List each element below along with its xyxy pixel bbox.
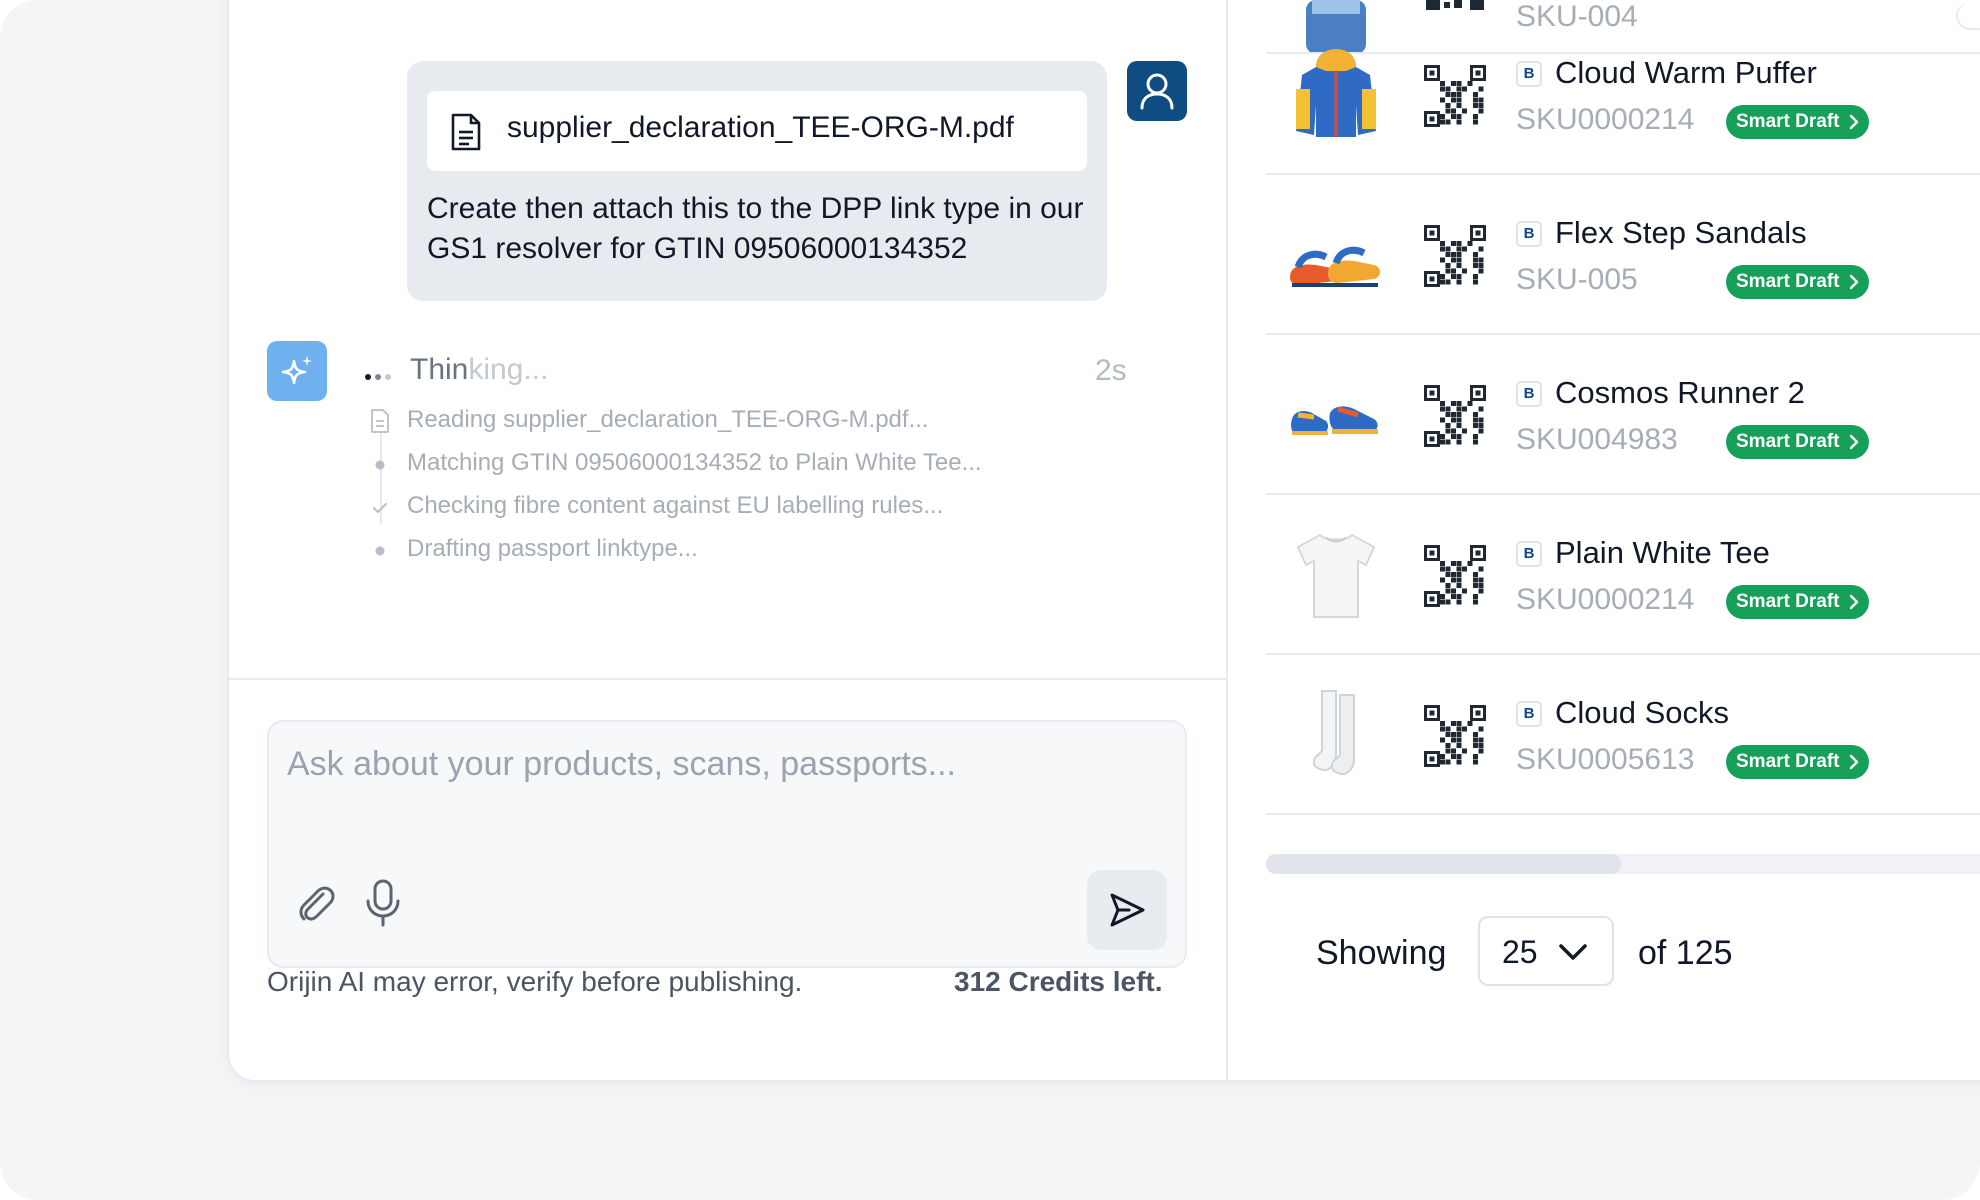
smart-draft-button[interactable]: Smart Draft: [1726, 265, 1870, 299]
workspace-card: supplier_declaration_TEE-ORG-M.pdf Creat…: [227, 0, 1980, 1082]
product-sku: SKU0005613: [1516, 743, 1695, 776]
brand-badge: B: [1516, 221, 1542, 247]
sparkle-icon: [281, 356, 312, 385]
thinking-steps: Reading supplier_declaration_TEE-ORG-M.p…: [369, 404, 1069, 576]
document-icon: [451, 113, 481, 151]
product-thumbnail: [1312, 690, 1355, 775]
product-row[interactable]: B Cosmos Runner 2 SKU004983 Smart Draft: [1266, 335, 1980, 495]
product-sku: SKU0000214: [1516, 583, 1695, 616]
send-button[interactable]: [1087, 870, 1167, 950]
document-icon: [371, 409, 389, 433]
horizontal-scrollbar[interactable]: [1266, 854, 1980, 874]
composer: [267, 720, 1187, 968]
product-thumbnail: [1290, 246, 1380, 287]
brand-badge: B: [1516, 541, 1542, 567]
smart-draft-button[interactable]: Smart Draft: [1726, 585, 1870, 619]
chevron-right-icon: [1850, 754, 1859, 770]
product-row[interactable]: B Flex Step Sandals SKU-005 Smart Draft: [1266, 175, 1980, 335]
product-name[interactable]: Cosmos Runner 2: [1555, 375, 1805, 411]
showing-label: Showing: [1316, 934, 1447, 972]
paperclip-icon[interactable]: [293, 882, 337, 926]
chevron-right-icon: [1850, 594, 1859, 610]
smart-draft-button[interactable]: Smart Draft: [1726, 425, 1870, 459]
thinking-elapsed: 2s: [1095, 354, 1127, 387]
product-name[interactable]: Plain White Tee: [1555, 535, 1770, 571]
thinking-step: Reading supplier_declaration_TEE-ORG-M.p…: [369, 404, 1069, 447]
page-size-value: 25: [1502, 934, 1538, 970]
products-panel: SKU-004 B Cloud Warm Puffer SKU0000214 Smar…: [1266, 0, 1980, 1080]
user-icon: [1140, 73, 1174, 110]
thinking-step: Matching GTIN 09506000134352 to Plain Wh…: [369, 447, 1069, 490]
chat-input[interactable]: [287, 742, 1147, 786]
microphone-icon[interactable]: [363, 878, 403, 928]
product-name[interactable]: Flex Step Sandals: [1555, 215, 1807, 251]
thinking-dots: [365, 367, 399, 380]
thinking-step: Drafting passport linktype...: [369, 533, 1069, 576]
chevron-right-icon: [1850, 434, 1859, 450]
chat-thread: supplier_declaration_TEE-ORG-M.pdf Creat…: [229, 0, 1228, 678]
send-icon: [1110, 893, 1145, 927]
ai-disclaimer: Orijin AI may error, verify before publi…: [267, 966, 803, 997]
composer-divider: [229, 678, 1228, 680]
thinking-label: Thinking...: [410, 353, 549, 386]
page-size-select[interactable]: 25: [1478, 916, 1614, 986]
total-count: of 125: [1638, 934, 1733, 972]
chevron-right-icon: [1850, 114, 1859, 130]
brand-badge: B: [1516, 61, 1542, 87]
product-row[interactable]: B Plain White Tee SKU0000214 Smart Draft: [1266, 495, 1980, 655]
qr-code-icon[interactable]: [1424, 65, 1486, 127]
smart-draft-button[interactable]: Smart Draft: [1726, 105, 1870, 139]
attachment-chip[interactable]: supplier_declaration_TEE-ORG-M.pdf: [427, 91, 1087, 171]
scrollbar-thumb[interactable]: [1266, 854, 1621, 874]
chevron-right-icon: [1850, 274, 1859, 290]
smart-draft-button[interactable]: Smart Draft: [1726, 745, 1870, 779]
user-message: supplier_declaration_TEE-ORG-M.pdf Creat…: [407, 61, 1107, 301]
product-sku: SKU-005: [1516, 263, 1638, 296]
ai-avatar: [267, 341, 327, 401]
qr-code-icon[interactable]: [1424, 385, 1486, 447]
credits-remaining: 312 Credits left.: [954, 966, 1163, 997]
check-icon: [373, 503, 387, 513]
user-message-text: Create then attach this to the DPP link …: [427, 192, 1084, 265]
product-sku: SKU004983: [1516, 423, 1678, 456]
brand-badge: B: [1516, 701, 1542, 727]
product-thumbnail: [1291, 406, 1378, 435]
brand-badge: B: [1516, 381, 1542, 407]
chevron-down-icon: [1559, 944, 1587, 960]
attachment-name: supplier_declaration_TEE-ORG-M.pdf: [507, 111, 1014, 144]
product-name[interactable]: Cloud Warm Puffer: [1555, 55, 1817, 91]
qr-code-icon[interactable]: [1424, 705, 1486, 767]
product-thumbnail: [1296, 49, 1376, 137]
product-row[interactable]: B Cloud Warm Puffer SKU0000214 Smart Draft: [1266, 15, 1980, 175]
chat-panel: supplier_declaration_TEE-ORG-M.pdf Creat…: [229, 0, 1228, 1080]
product-name[interactable]: Cloud Socks: [1555, 695, 1729, 731]
product-row[interactable]: B Cloud Socks SKU0005613 Smart Draft: [1266, 655, 1980, 815]
product-sku: SKU0000214: [1516, 103, 1695, 136]
dot-icon: [375, 546, 385, 556]
qr-code-icon: [1424, 0, 1486, 14]
user-avatar: [1127, 61, 1187, 121]
dot-icon: [375, 460, 385, 470]
product-thumbnail: [1296, 533, 1376, 618]
qr-code-icon[interactable]: [1424, 545, 1486, 607]
thinking-step: Checking fibre content against EU labell…: [369, 490, 1069, 533]
qr-code-icon[interactable]: [1424, 225, 1486, 287]
